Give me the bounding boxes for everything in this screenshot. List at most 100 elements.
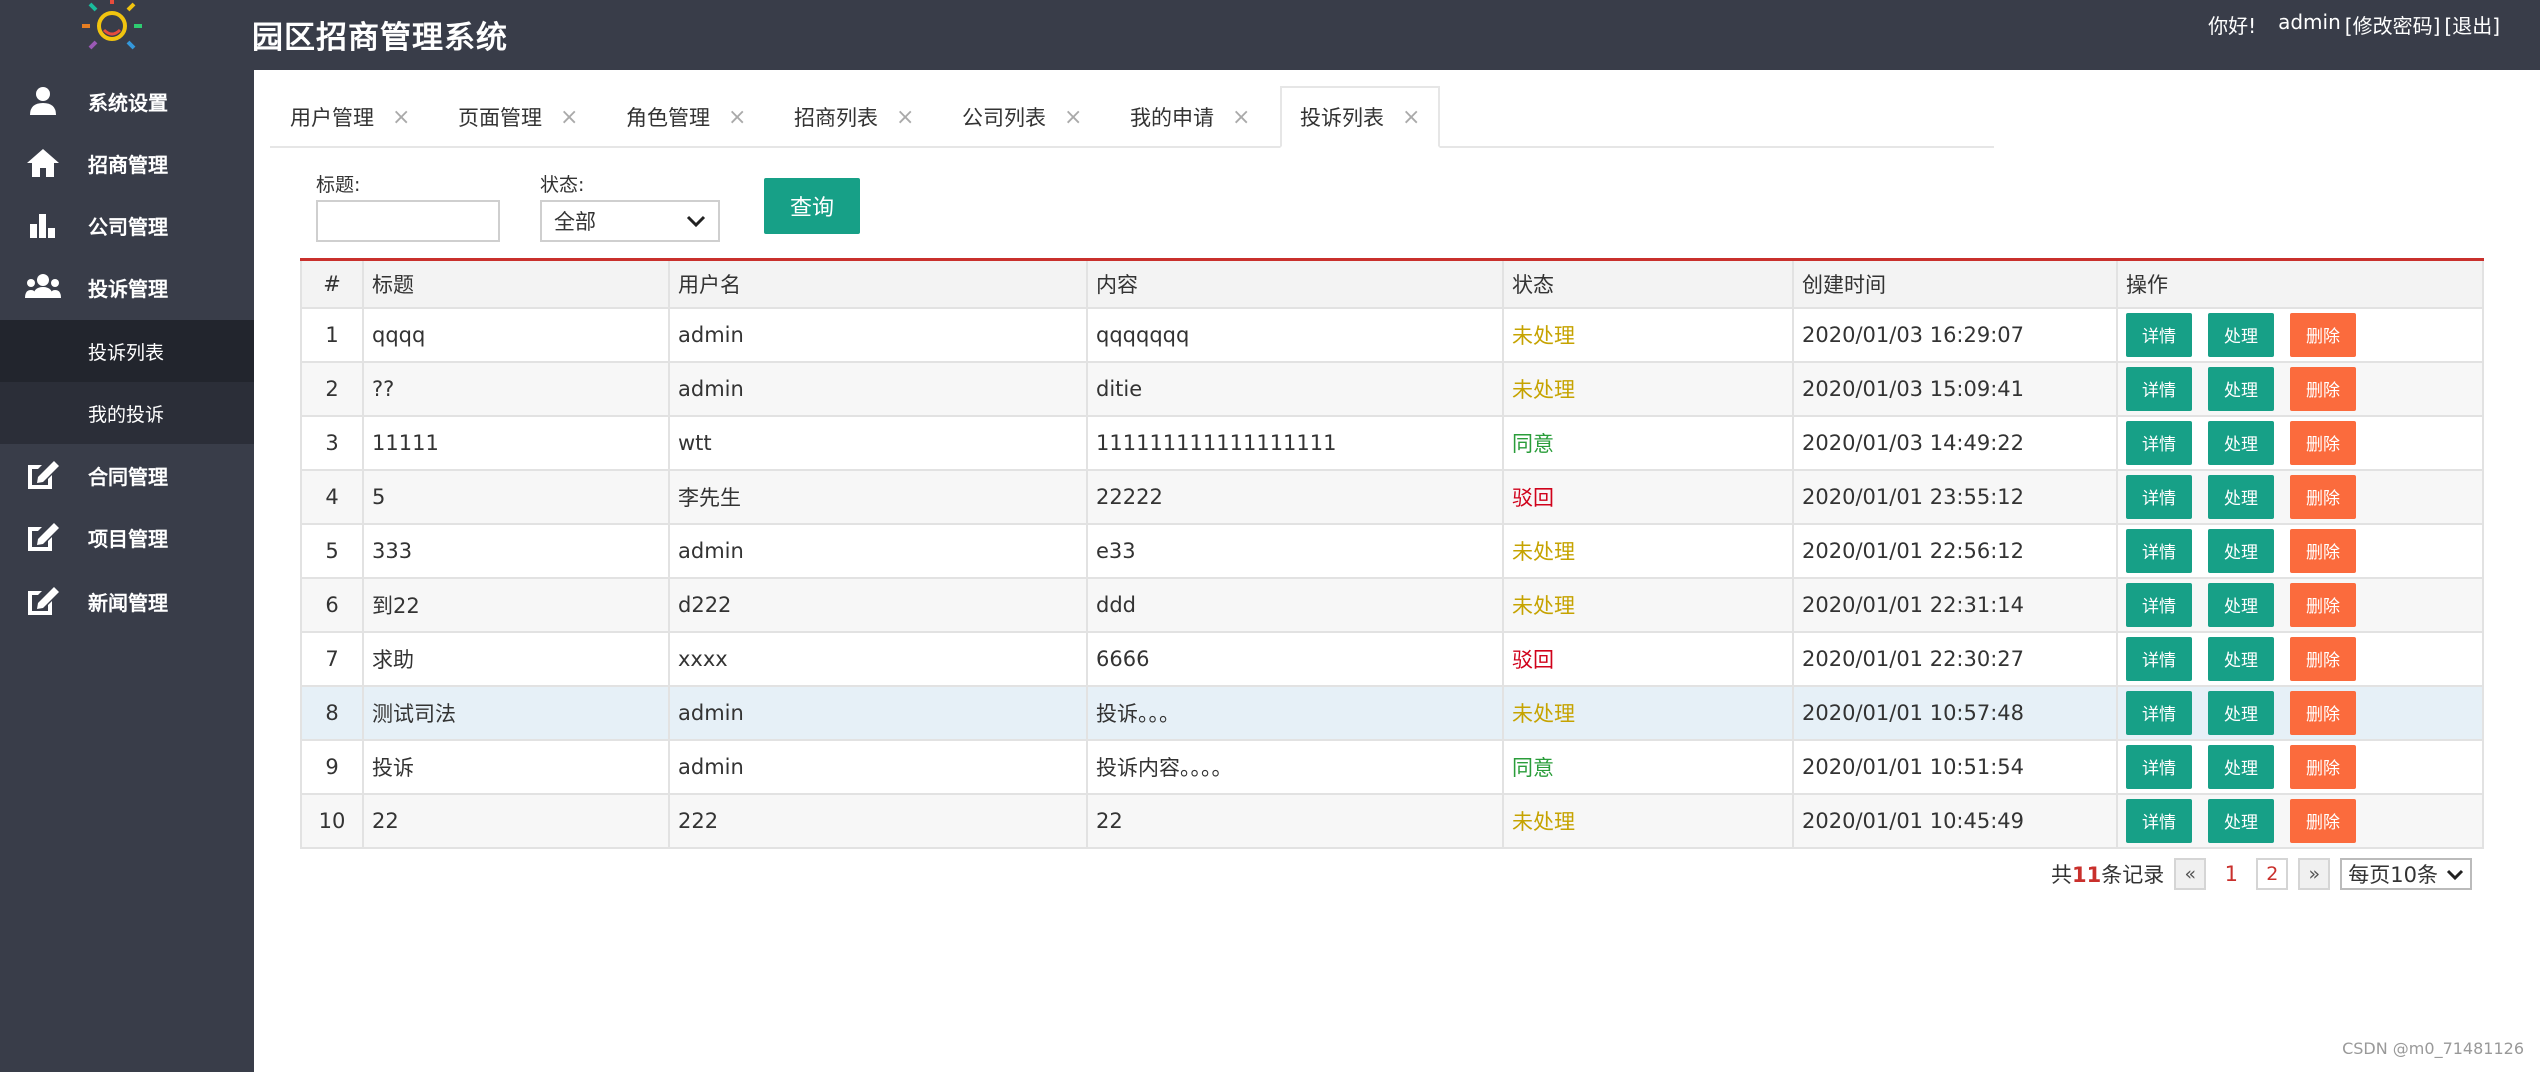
sidebar-item-label: 系统设置: [88, 90, 168, 115]
group-icon: [24, 268, 62, 306]
detail-button[interactable]: 详情: [2126, 636, 2192, 681]
close-icon[interactable]: ×: [392, 105, 410, 130]
row-actions: 详情 处理 删除: [2116, 306, 2484, 363]
sidebar-item-news[interactable]: 新闻管理: [0, 570, 254, 632]
handle-button[interactable]: 处理: [2208, 582, 2274, 627]
edit-icon: [24, 582, 62, 620]
close-icon[interactable]: ×: [728, 105, 746, 130]
sidebar-item-company[interactable]: 公司管理: [0, 194, 254, 256]
complaint-table: # 标题 用户名 内容 状态 创建时间 操作 1 qqqq admin qqqqqqq…: [300, 258, 2484, 849]
close-icon[interactable]: ×: [1232, 105, 1250, 130]
row-title: 到22: [362, 576, 670, 633]
delete-button[interactable]: 删除: [2290, 744, 2356, 789]
per-page-select[interactable]: 每页10条: [2340, 858, 2472, 890]
delete-button[interactable]: 删除: [2290, 690, 2356, 735]
close-icon[interactable]: ×: [560, 105, 578, 130]
row-username: 222: [668, 792, 1088, 849]
close-icon[interactable]: ×: [896, 105, 914, 130]
delete-button[interactable]: 删除: [2290, 420, 2356, 465]
handle-button[interactable]: 处理: [2208, 798, 2274, 843]
tab-company-list[interactable]: 公司列表 ×: [962, 86, 1082, 148]
detail-button[interactable]: 详情: [2126, 582, 2192, 627]
next-page-button[interactable]: »: [2298, 858, 2331, 890]
chevron-down-icon: [686, 209, 706, 233]
sidebar-subitem-my-complaints[interactable]: 我的投诉: [0, 382, 254, 444]
detail-button[interactable]: 详情: [2126, 690, 2192, 735]
detail-button[interactable]: 详情: [2126, 312, 2192, 357]
total-records: 共11条记录: [2051, 859, 2164, 889]
row-title: 投诉: [362, 738, 670, 795]
row-actions: 详情 处理 删除: [2116, 360, 2484, 417]
detail-button[interactable]: 详情: [2126, 474, 2192, 519]
row-actions: 详情 处理 删除: [2116, 738, 2484, 795]
sidebar-item-contracts[interactable]: 合同管理: [0, 444, 254, 506]
pagination: 共11条记录 « 1 2 » 每页10条: [2051, 858, 2472, 890]
tab-label: 招商列表: [794, 106, 878, 130]
handle-button[interactable]: 处理: [2208, 528, 2274, 573]
prev-page-button[interactable]: «: [2174, 858, 2207, 890]
row-actions: 详情 处理 删除: [2116, 630, 2484, 687]
table-row: 8 测试司法 admin 投诉。。。 未处理 2020/01/01 10:57:48 详情处…: [300, 684, 2484, 741]
column-header: 标题: [362, 258, 670, 309]
row-number: 6: [300, 576, 364, 633]
handle-button[interactable]: 处理: [2208, 636, 2274, 681]
handle-button[interactable]: 处理: [2208, 474, 2274, 519]
change-password-link[interactable]: [修改密码]: [2345, 10, 2441, 39]
sidebar-item-label: 投诉管理: [88, 276, 168, 301]
tab-complaint-list[interactable]: 投诉列表 ×: [1280, 86, 1441, 148]
query-button[interactable]: 查询: [764, 178, 860, 234]
row-content: 投诉。。。: [1086, 684, 1504, 741]
detail-button[interactable]: 详情: [2126, 744, 2192, 789]
app-title: 园区招商管理系统: [252, 20, 508, 56]
close-icon[interactable]: ×: [1402, 105, 1420, 130]
total-suffix: 条记录: [2101, 863, 2165, 887]
detail-button[interactable]: 详情: [2126, 366, 2192, 411]
sidebar-item-label: 合同管理: [88, 464, 168, 489]
status-filter-select[interactable]: 全部: [540, 200, 720, 242]
detail-button[interactable]: 详情: [2126, 420, 2192, 465]
sidebar-item-system-settings[interactable]: 系统设置: [0, 70, 254, 132]
delete-button[interactable]: 删除: [2290, 366, 2356, 411]
row-username: d222: [668, 576, 1088, 633]
delete-button[interactable]: 删除: [2290, 312, 2356, 357]
row-number: 9: [300, 738, 364, 795]
logout-link[interactable]: [退出]: [2444, 10, 2500, 39]
edit-icon: [24, 518, 62, 556]
row-created-time: 2020/01/03 16:29:07: [1792, 306, 2118, 363]
handle-button[interactable]: 处理: [2208, 744, 2274, 789]
sidebar-item-projects[interactable]: 项目管理: [0, 506, 254, 568]
handle-button[interactable]: 处理: [2208, 690, 2274, 735]
row-created-time: 2020/01/01 10:51:54: [1792, 738, 2118, 795]
column-header: 操作: [2116, 258, 2484, 309]
tab-investment-list[interactable]: 招商列表 ×: [794, 86, 914, 148]
tab-user-management[interactable]: 用户管理 ×: [290, 86, 410, 148]
delete-button[interactable]: 删除: [2290, 528, 2356, 573]
sidebar-subitem-complaint-list[interactable]: 投诉列表: [0, 320, 254, 382]
sidebar-item-complaints[interactable]: 投诉管理: [0, 256, 254, 318]
sidebar-item-investment[interactable]: 招商管理: [0, 132, 254, 194]
tab-role-management[interactable]: 角色管理 ×: [626, 86, 746, 148]
row-title: 22: [362, 792, 670, 849]
handle-button[interactable]: 处理: [2208, 420, 2274, 465]
table-row: 10 22 222 22 未处理 2020/01/01 10:45:49 详情 处理 删除: [300, 792, 2484, 849]
close-icon[interactable]: ×: [1064, 105, 1082, 130]
handle-button[interactable]: 处理: [2208, 312, 2274, 357]
row-number: 10: [300, 792, 364, 849]
tab-my-applications[interactable]: 我的申请 ×: [1130, 86, 1250, 148]
handle-button[interactable]: 处理: [2208, 366, 2274, 411]
home-icon: [24, 144, 62, 182]
column-header: 用户名: [668, 258, 1088, 309]
page-2-button[interactable]: 2: [2256, 858, 2289, 890]
row-username: wtt: [668, 414, 1088, 471]
row-actions: 详情 处理 删除: [2116, 792, 2484, 849]
delete-button[interactable]: 删除: [2290, 582, 2356, 627]
page-1[interactable]: 1: [2216, 862, 2246, 886]
row-number: 2: [300, 360, 364, 417]
title-filter-input[interactable]: [316, 200, 500, 242]
delete-button[interactable]: 删除: [2290, 636, 2356, 681]
detail-button[interactable]: 详情: [2126, 528, 2192, 573]
tab-page-management[interactable]: 页面管理 ×: [458, 86, 578, 148]
detail-button[interactable]: 详情: [2126, 798, 2192, 843]
delete-button[interactable]: 删除: [2290, 798, 2356, 843]
delete-button[interactable]: 删除: [2290, 474, 2356, 519]
